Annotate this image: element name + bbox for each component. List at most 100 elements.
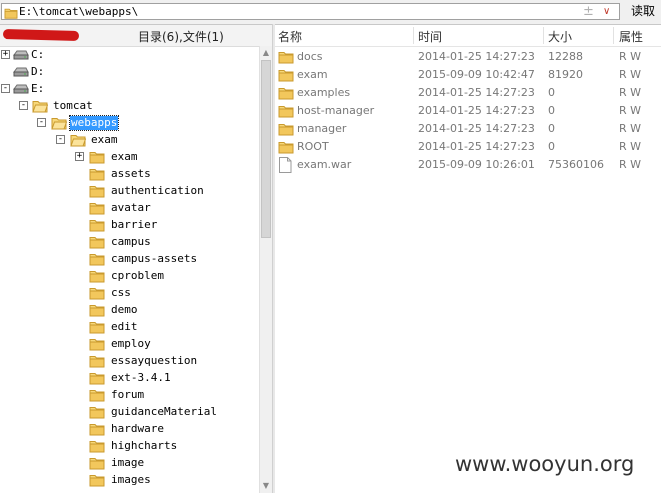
folder-open-icon <box>70 133 86 147</box>
expand-icon[interactable]: + <box>1 50 10 59</box>
tree-label[interactable]: barrier <box>110 218 158 232</box>
file-name[interactable]: manager <box>297 122 346 135</box>
tree-label[interactable]: C: <box>30 48 45 62</box>
file-name[interactable]: examples <box>297 86 350 99</box>
collapse-icon[interactable]: - <box>37 118 46 127</box>
file-size: 81920 <box>548 68 583 81</box>
add-icon[interactable]: ± <box>583 4 594 19</box>
file-time: 2014-01-25 14:27:23 <box>418 122 535 135</box>
tree-label[interactable]: campus-assets <box>110 252 198 266</box>
scroll-up-icon[interactable]: ▲ <box>260 46 272 60</box>
tree-label[interactable]: campus <box>110 235 152 249</box>
collapse-icon[interactable]: - <box>56 135 65 144</box>
file-time: 2014-01-25 14:27:23 <box>418 50 535 63</box>
folder-icon <box>89 388 105 402</box>
file-time: 2015-09-09 10:26:01 <box>418 158 535 171</box>
folder-icon <box>278 140 294 154</box>
address-path: E:\tomcat\webapps\ <box>19 5 139 18</box>
tree-label[interactable]: tomcat <box>52 99 94 113</box>
column-size[interactable]: 大小 <box>548 28 572 45</box>
tree-scrollbar[interactable]: ▲ ▼ <box>259 46 272 493</box>
folder-icon <box>278 68 294 82</box>
folder-icon <box>89 371 105 385</box>
file-name[interactable]: docs <box>297 50 323 63</box>
directory-count-label: 目录(6),文件(1) <box>138 30 224 44</box>
tree-label[interactable]: E: <box>30 82 45 96</box>
expand-icon[interactable]: + <box>75 152 84 161</box>
tree-label[interactable]: images <box>110 473 152 487</box>
tree-label[interactable]: edit <box>110 320 139 334</box>
file-time: 2014-01-25 14:27:23 <box>418 140 535 153</box>
folder-icon <box>89 286 105 300</box>
folder-icon <box>89 218 105 232</box>
file-row[interactable]: manager 2014-01-25 14:27:23 0 R W <box>275 120 661 138</box>
file-row[interactable]: host-manager 2014-01-25 14:27:23 0 R W <box>275 102 661 120</box>
drive-icon <box>13 49 29 61</box>
file-name[interactable]: exam.war <box>297 158 351 171</box>
file-attr: R W <box>619 122 642 135</box>
chevron-down-icon[interactable]: ∨ <box>603 5 610 19</box>
folder-icon <box>89 201 105 215</box>
collapse-icon[interactable]: - <box>1 84 10 93</box>
tree-label[interactable]: avatar <box>110 201 152 215</box>
drive-icon <box>13 66 29 78</box>
folder-icon <box>278 122 294 136</box>
folder-icon <box>89 422 105 436</box>
tree-label-selected[interactable]: webapps <box>68 114 120 131</box>
column-name[interactable]: 名称 <box>278 28 302 45</box>
tree-label[interactable]: image <box>110 456 145 470</box>
tree-label[interactable]: guidanceMaterial <box>110 405 218 419</box>
file-attr: R W <box>619 68 642 81</box>
scroll-down-icon[interactable]: ▼ <box>260 479 272 493</box>
file-size: 0 <box>548 140 555 153</box>
column-time[interactable]: 时间 <box>418 28 442 45</box>
column-attr[interactable]: 属性 <box>619 28 643 45</box>
folder-icon <box>4 7 18 19</box>
file-row[interactable]: docs 2014-01-25 14:27:23 12288 R W <box>275 48 661 66</box>
folder-icon <box>89 337 105 351</box>
folder-icon <box>89 252 105 266</box>
address-input[interactable]: E:\tomcat\webapps\ ± ∨ <box>1 3 620 20</box>
tree-label[interactable]: cproblem <box>110 269 165 283</box>
folder-icon <box>89 150 105 164</box>
drive-icon <box>13 83 29 95</box>
scroll-thumb[interactable] <box>261 60 271 238</box>
tree-label[interactable]: exam <box>90 133 119 147</box>
file-row[interactable]: exam 2015-09-09 10:42:47 81920 R W <box>275 66 661 84</box>
folder-icon <box>89 235 105 249</box>
directory-tree[interactable]: + C: D: - E: - tomcat - webapps - exam +… <box>0 46 259 493</box>
folder-icon <box>89 167 105 181</box>
file-row[interactable]: examples 2014-01-25 14:27:23 0 R W <box>275 84 661 102</box>
folder-icon <box>89 269 105 283</box>
file-name[interactable]: host-manager <box>297 104 374 117</box>
tree-label[interactable]: forum <box>110 388 145 402</box>
file-attr: R W <box>619 86 642 99</box>
file-size: 0 <box>548 122 555 135</box>
file-time: 2015-09-09 10:42:47 <box>418 68 535 81</box>
file-row[interactable]: exam.war 2015-09-09 10:26:01 75360106 R W <box>275 156 661 174</box>
tree-label[interactable]: assets <box>110 167 152 181</box>
tree-label[interactable]: exam <box>110 150 139 164</box>
file-name[interactable]: ROOT <box>297 140 329 153</box>
file-name[interactable]: exam <box>297 68 328 81</box>
collapse-icon[interactable]: - <box>19 101 28 110</box>
folder-icon <box>89 439 105 453</box>
file-row[interactable]: ROOT 2014-01-25 14:27:23 0 R W <box>275 138 661 156</box>
folder-icon <box>89 303 105 317</box>
tree-label[interactable]: authentication <box>110 184 205 198</box>
folder-open-icon <box>32 99 48 113</box>
tree-label[interactable]: employ <box>110 337 152 351</box>
folder-icon <box>89 354 105 368</box>
file-size: 0 <box>548 86 555 99</box>
tree-label[interactable]: hardware <box>110 422 165 436</box>
tree-label[interactable]: essayquestion <box>110 354 198 368</box>
tree-label[interactable]: D: <box>30 65 45 79</box>
folder-icon <box>89 405 105 419</box>
tree-label[interactable]: css <box>110 286 132 300</box>
tree-label[interactable]: ext-3.4.1 <box>110 371 172 385</box>
tree-label[interactable]: highcharts <box>110 439 178 453</box>
tree-label[interactable]: demo <box>110 303 139 317</box>
folder-icon <box>89 456 105 470</box>
read-button[interactable]: 读取 <box>625 3 661 20</box>
redaction-mark <box>2 29 80 41</box>
